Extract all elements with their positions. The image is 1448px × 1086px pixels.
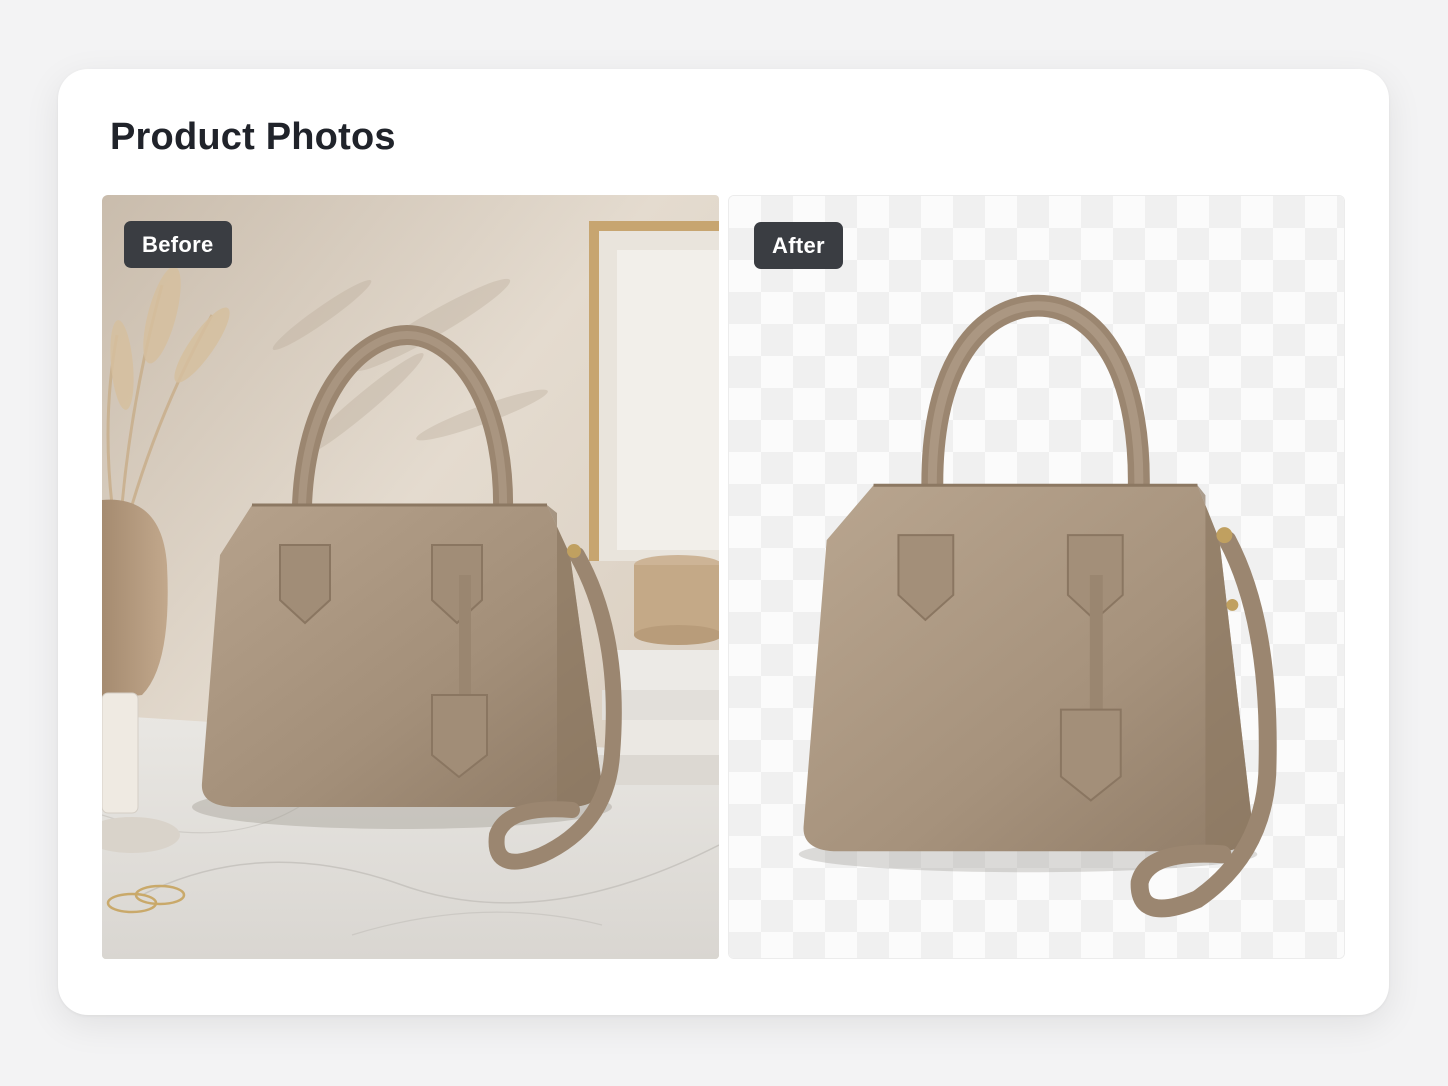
after-photo-panel[interactable]: After	[728, 195, 1345, 959]
before-photo	[102, 195, 719, 959]
before-badge: Before	[124, 221, 232, 268]
after-photo	[798, 294, 1277, 918]
product-photos-card: Product Photos Before After	[58, 69, 1389, 1015]
page-title: Product Photos	[110, 116, 396, 158]
before-photo-panel[interactable]: Before	[102, 195, 719, 959]
after-badge: After	[754, 222, 843, 269]
